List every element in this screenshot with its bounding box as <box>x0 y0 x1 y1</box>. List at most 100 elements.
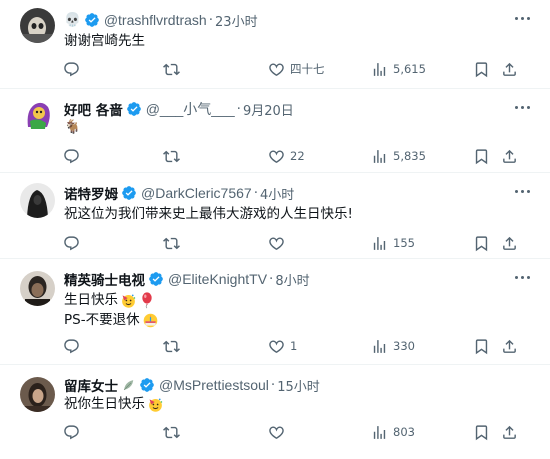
reply-button[interactable] <box>63 58 85 80</box>
bookmark-button[interactable] <box>473 232 490 254</box>
share-icon <box>501 61 518 78</box>
retweet-button[interactable] <box>163 58 185 80</box>
share-icon <box>501 424 518 441</box>
reply-button[interactable] <box>63 421 85 443</box>
user-handle[interactable]: @DarkCleric7567 <box>141 185 252 201</box>
bookmark-button[interactable] <box>473 335 490 357</box>
share-button[interactable] <box>501 145 518 167</box>
tweet-item[interactable]: 诺特罗姆 @DarkCleric7567 · 4小时 祝这位为我们带来史上最伟大… <box>0 173 550 259</box>
retweet-button[interactable] <box>163 232 185 254</box>
timestamp[interactable]: 8小时 <box>275 270 309 289</box>
verified-badge-icon <box>139 377 155 393</box>
bookmark-button[interactable] <box>473 145 490 167</box>
share-button[interactable] <box>501 232 518 254</box>
verified-badge-icon <box>121 185 137 201</box>
retweet-icon <box>163 424 180 441</box>
views-button[interactable]: 5,835 <box>371 145 426 167</box>
tweet-item[interactable]: 留库女士 @MsPrettiestsoul · 15小时 祝你生日快乐 803 <box>0 365 550 459</box>
views-button[interactable]: 5,615 <box>371 58 426 80</box>
tweet-item[interactable]: 精英骑士电视 @EliteKnightTV · 8小时 生日快乐 PS-不要退休… <box>0 259 550 365</box>
tweet-text-line: 谢谢宫崎先生 <box>64 33 145 49</box>
separator-dot: · <box>236 101 241 117</box>
share-icon <box>501 338 518 355</box>
tweet-text: 谢谢宫崎先生 <box>64 31 145 51</box>
reply-icon <box>63 61 80 78</box>
tweet-actions: 155 <box>0 232 550 254</box>
views-button[interactable]: 803 <box>371 421 415 443</box>
heart-icon <box>268 61 285 78</box>
avatar[interactable] <box>20 271 55 306</box>
user-handle[interactable]: @___小气___ <box>146 99 235 119</box>
display-name[interactable]: 💀 <box>64 12 81 28</box>
tweet-actions: 1 330 <box>0 335 550 357</box>
timestamp[interactable]: 4小时 <box>260 184 294 203</box>
balloon-emoji-icon <box>140 291 154 309</box>
retweet-icon <box>163 235 180 252</box>
timestamp[interactable]: 9月20日 <box>243 100 294 119</box>
reply-button[interactable] <box>63 335 85 357</box>
tweet-text-line: 生日快乐 <box>64 292 118 308</box>
display-name[interactable]: 好吧 各啬 <box>64 99 123 119</box>
reply-button[interactable] <box>63 232 85 254</box>
like-button[interactable] <box>268 232 290 254</box>
timestamp[interactable]: 23小时 <box>215 11 258 30</box>
bookmark-icon <box>473 424 490 441</box>
view-count: 5,615 <box>393 62 426 76</box>
user-handle[interactable]: @MsPrettiestsoul <box>159 377 269 393</box>
views-chart-icon <box>371 148 388 165</box>
leaf-emoji-icon <box>122 378 136 392</box>
heart-icon <box>268 338 285 355</box>
like-button[interactable]: 1 <box>268 335 297 357</box>
tweet-text-line: 🐐 <box>64 119 81 135</box>
bookmark-button[interactable] <box>473 421 490 443</box>
timestamp[interactable]: 15小时 <box>277 376 320 395</box>
avatar[interactable] <box>20 183 55 218</box>
display-name[interactable]: 精英骑士电视 <box>64 269 145 289</box>
retweet-icon <box>163 61 180 78</box>
more-options-icon[interactable] <box>512 97 532 117</box>
share-button[interactable] <box>501 421 518 443</box>
separator-dot: · <box>269 271 274 287</box>
reply-icon <box>63 338 80 355</box>
views-button[interactable]: 155 <box>371 232 415 254</box>
display-name[interactable]: 留库女士 <box>64 375 118 395</box>
retweet-button[interactable] <box>163 145 185 167</box>
like-button[interactable] <box>268 421 290 443</box>
view-count: 803 <box>393 425 415 439</box>
display-name[interactable]: 诺特罗姆 <box>64 183 118 203</box>
avatar[interactable] <box>20 8 55 43</box>
tweet-text: 🐐 <box>64 117 81 137</box>
avatar[interactable] <box>20 377 55 412</box>
more-options-icon[interactable] <box>512 8 532 28</box>
user-handle[interactable]: @EliteKnightTV <box>168 271 267 287</box>
bookmark-button[interactable] <box>473 58 490 80</box>
share-button[interactable] <box>501 58 518 80</box>
tweet-text: 生日快乐 PS-不要退休 <box>64 290 159 330</box>
share-button[interactable] <box>501 335 518 357</box>
more-options-icon[interactable] <box>512 181 532 201</box>
tweet-item[interactable]: 💀 @trashflvrdtrash · 23小时 谢谢宫崎先生 四十七 5,6… <box>0 0 550 89</box>
more-options-icon[interactable] <box>512 267 532 287</box>
share-icon <box>501 235 518 252</box>
tweet-item[interactable]: 好吧 各啬 @___小气___ · 9月20日 🐐 22 5,835 <box>0 89 550 173</box>
reply-icon <box>63 148 80 165</box>
tweet-text: 祝这位为我们带来史上最伟大游戏的人生日快乐! <box>64 204 353 224</box>
like-button[interactable]: 四十七 <box>268 58 325 80</box>
verified-badge-icon <box>126 101 142 117</box>
retweet-icon <box>163 338 180 355</box>
avatar[interactable] <box>20 97 55 132</box>
verified-badge-icon <box>84 12 100 28</box>
user-handle[interactable]: @trashflvrdtrash <box>104 12 207 28</box>
share-icon <box>501 148 518 165</box>
tweet-actions: 22 5,835 <box>0 145 550 167</box>
retweet-button[interactable] <box>163 335 185 357</box>
heart-icon <box>268 424 285 441</box>
view-count: 5,835 <box>393 149 426 163</box>
reply-button[interactable] <box>63 145 85 167</box>
views-button[interactable]: 330 <box>371 335 415 357</box>
like-button[interactable]: 22 <box>268 145 305 167</box>
separator-dot: · <box>270 377 276 393</box>
bookmark-icon <box>473 338 490 355</box>
retweet-button[interactable] <box>163 421 185 443</box>
views-chart-icon <box>371 424 388 441</box>
